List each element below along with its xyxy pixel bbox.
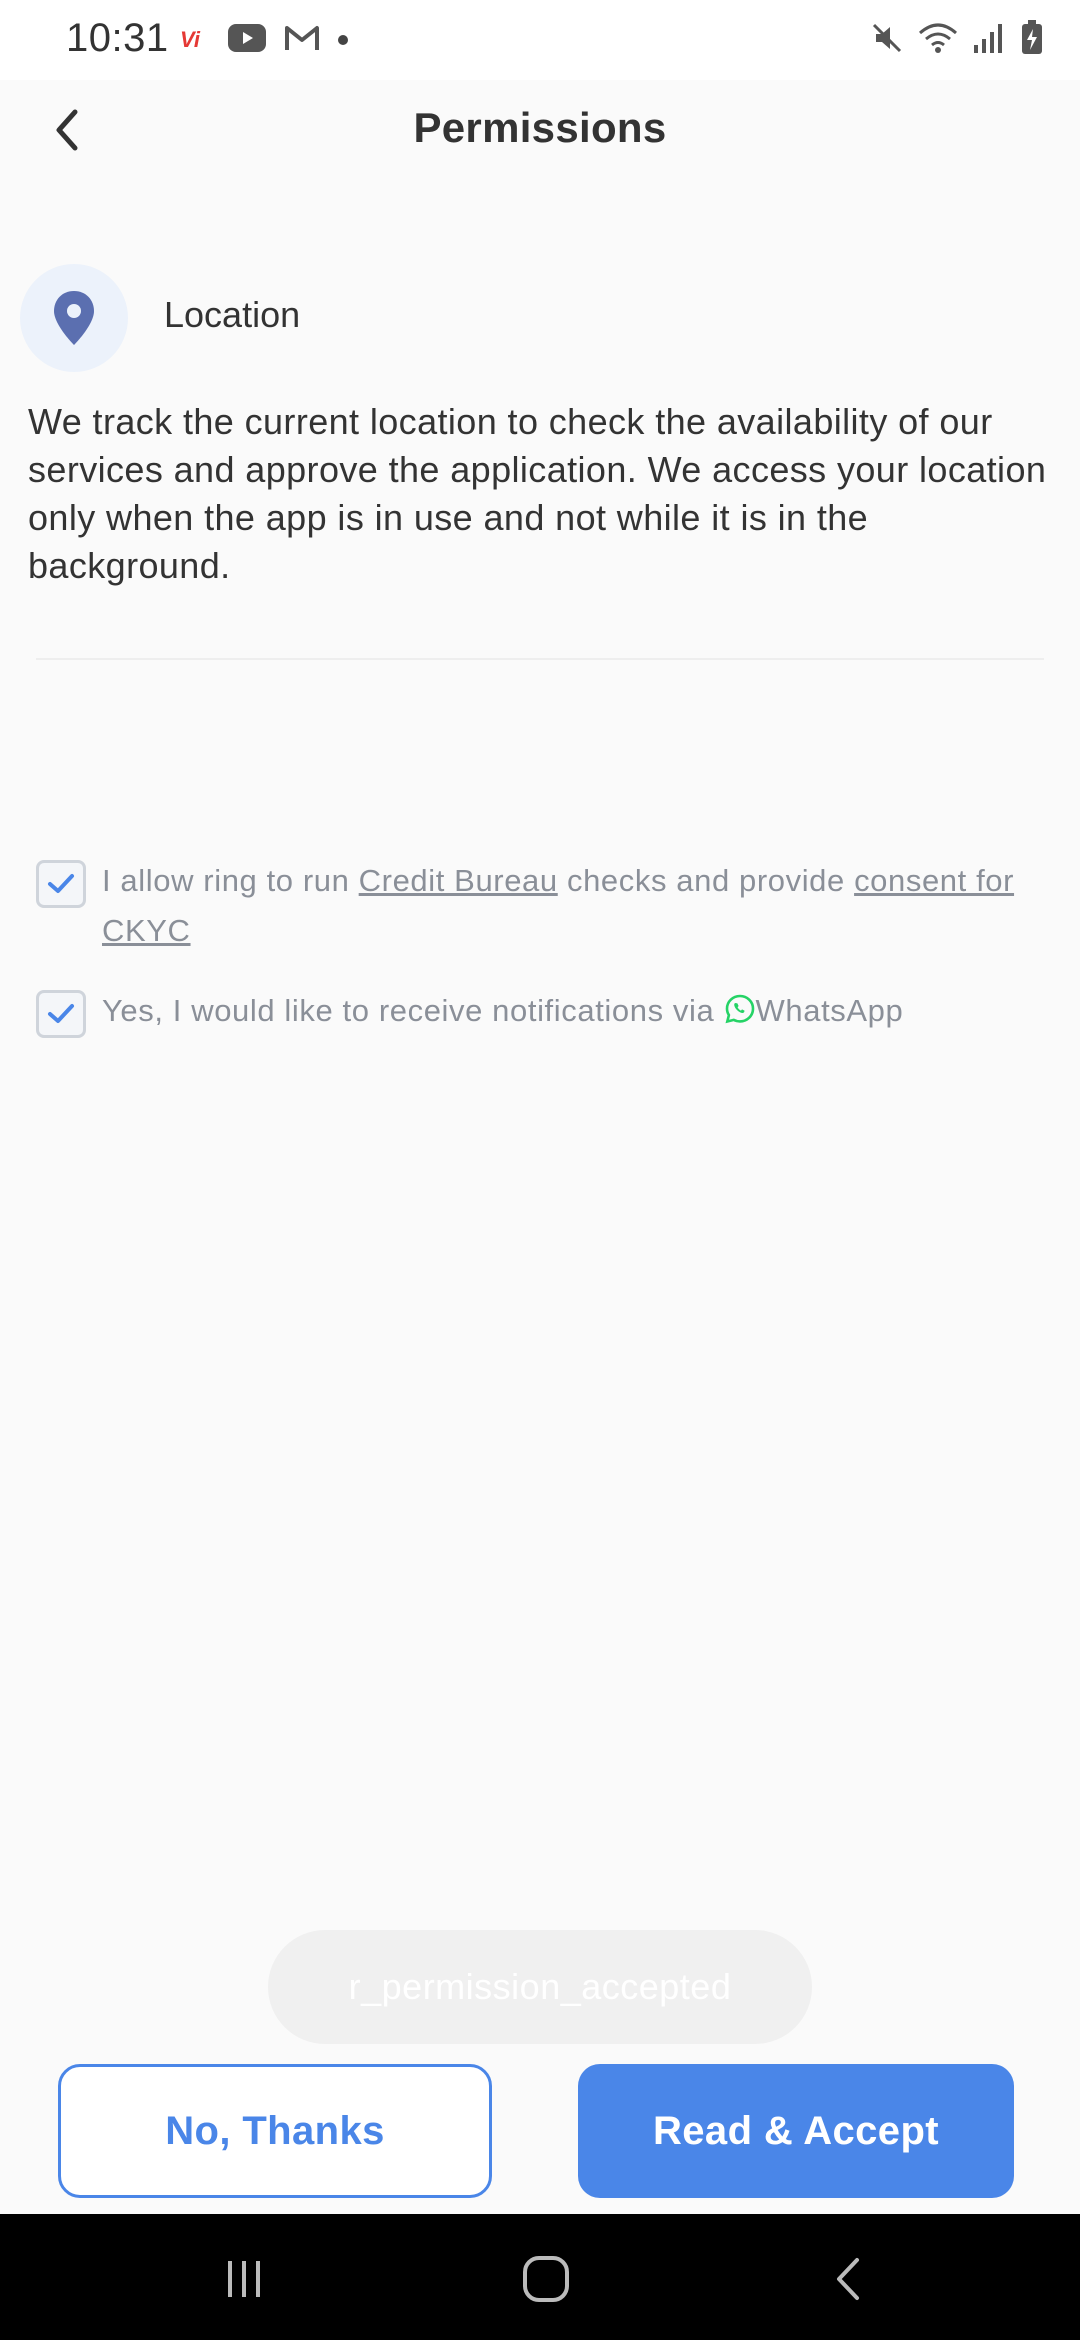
vi-carrier-icon: Vi — [180, 27, 200, 52]
whatsapp-icon — [724, 990, 756, 1024]
checkmark-icon — [48, 874, 74, 893]
system-nav-bar — [0, 2214, 1080, 2340]
status-bar: 10:31 Vi — [0, 0, 1080, 80]
recent-apps-button[interactable] — [209, 2244, 279, 2314]
location-icon-badge — [20, 264, 128, 372]
system-icons — [870, 18, 1044, 62]
app-header: Permissions — [0, 80, 1080, 180]
read-accept-button[interactable]: Read & Accept — [578, 2064, 1014, 2198]
location-pin-icon — [54, 291, 94, 345]
gmail-icon — [284, 24, 320, 57]
consent-text-part: I allow ring to run — [102, 863, 359, 898]
whatsapp-label: WhatsApp — [755, 993, 904, 1028]
permissions-screen: 10:31 Vi Permissions Location We track t… — [0, 0, 1080, 2340]
permission-description: We track the current location to check t… — [28, 401, 1047, 586]
nav-back-button[interactable] — [813, 2244, 883, 2314]
credit-bureau-consent-text: I allow ring to run Credit Bureau checks… — [102, 856, 1052, 956]
home-icon — [523, 2256, 569, 2302]
divider — [36, 658, 1044, 660]
toast-message: r_permission_accepted — [268, 1930, 812, 2044]
recent-apps-icon — [228, 2261, 260, 2297]
notification-icons: Vi — [180, 20, 348, 60]
youtube-icon — [228, 23, 266, 57]
signal-icon — [972, 21, 1006, 60]
permission-title: Location — [164, 294, 301, 335]
home-button[interactable] — [511, 2244, 581, 2314]
whatsapp-consent-text: Yes, I would like to receive notificatio… — [102, 986, 1052, 1036]
dot-icon — [338, 35, 348, 45]
whatsapp-checkbox[interactable] — [36, 990, 86, 1038]
consent-text-part: checks and provide — [557, 863, 855, 898]
mute-icon — [870, 21, 904, 60]
back-icon — [837, 2258, 859, 2300]
consent-text-part: Yes, I would like to receive notificatio… — [102, 993, 724, 1028]
credit-bureau-link[interactable]: Credit Bureau — [359, 863, 558, 898]
status-time: 10:31 — [66, 16, 169, 60]
wifi-icon — [918, 21, 958, 60]
checkmark-icon — [48, 1004, 74, 1023]
page-title: Permissions — [413, 104, 667, 151]
battery-icon — [1020, 19, 1044, 61]
credit-bureau-checkbox[interactable] — [36, 860, 86, 908]
no-thanks-button[interactable]: No, Thanks — [58, 2064, 492, 2198]
